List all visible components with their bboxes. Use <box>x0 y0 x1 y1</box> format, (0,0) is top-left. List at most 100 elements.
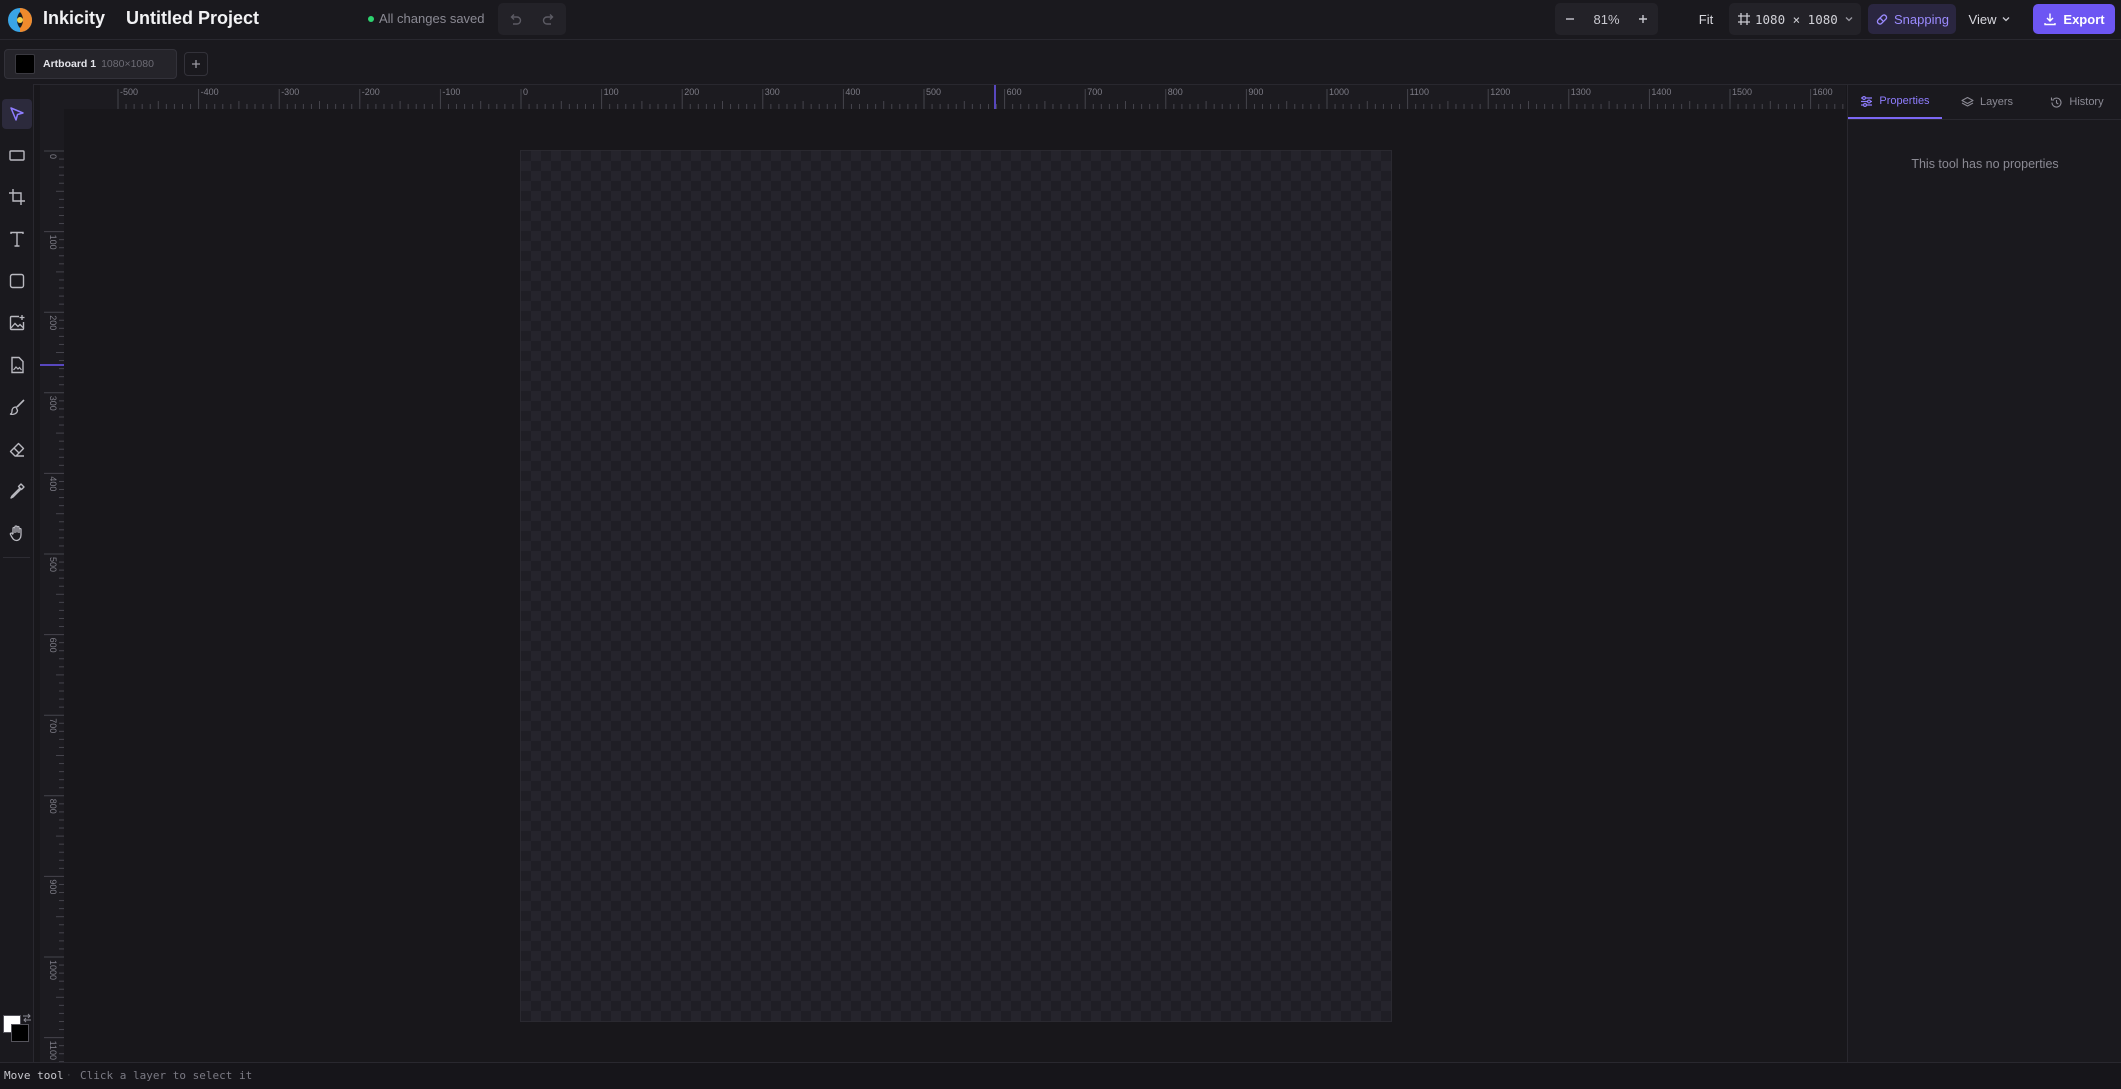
ruler-top-label: 1400 <box>1651 87 1671 97</box>
crop-icon <box>9 189 25 205</box>
app-logo-icon <box>7 7 33 33</box>
view-menu-button[interactable]: View <box>1964 4 2016 34</box>
ruler-top-label: 1300 <box>1571 87 1591 97</box>
zoom-in-button[interactable] <box>1628 3 1658 35</box>
tab-history-label: History <box>2069 96 2104 108</box>
ruler-top-label: 600 <box>1007 87 1022 97</box>
ruler-top-label: 900 <box>1248 87 1263 97</box>
ruler-top-label: 0 <box>523 87 528 97</box>
image-tool[interactable] <box>2 308 32 338</box>
project-title[interactable]: Untitled Project <box>126 8 259 29</box>
tab-history[interactable]: History <box>2032 85 2121 119</box>
swap-colors-icon[interactable] <box>22 1013 32 1023</box>
chevron-down-icon <box>2003 17 2010 22</box>
ruler-top-label: 800 <box>1168 87 1183 97</box>
ruler-top-label: -100 <box>442 87 460 97</box>
ruler-left-label: 800 <box>48 799 58 814</box>
zoom-level[interactable]: 81% <box>1585 12 1628 27</box>
artboard-tab[interactable]: Artboard 1 1080×1080 <box>4 49 177 79</box>
crop-tool[interactable] <box>2 182 32 212</box>
history-icon <box>2051 97 2062 108</box>
ruler-top-label: 1500 <box>1732 87 1752 97</box>
status-separator: · <box>67 1069 71 1081</box>
rectangle-select-icon <box>9 150 25 161</box>
snapping-toggle[interactable]: Snapping <box>1868 4 1956 34</box>
download-icon <box>2044 13 2057 26</box>
move-tool[interactable] <box>2 99 32 129</box>
ruler-left-label: 1000 <box>48 960 58 980</box>
file-image-icon <box>11 356 24 374</box>
app-name: Inkicity <box>43 8 106 28</box>
ruler-left-label: 700 <box>48 718 58 733</box>
ruler-top-label: -500 <box>120 87 138 97</box>
ruler-top-label: 200 <box>684 87 699 97</box>
magnet-icon <box>1876 14 1888 25</box>
plus-icon <box>1639 15 1647 23</box>
right-panel: Properties Layers History This tool has … <box>1847 85 2121 1062</box>
ruler-top-label: 100 <box>604 87 619 97</box>
tab-layers-label: Layers <box>1979 96 2014 108</box>
marquee-tool[interactable] <box>2 140 32 170</box>
ruler-left-label: 100 <box>48 235 58 250</box>
add-artboard-button[interactable] <box>184 52 208 76</box>
image-plus-icon <box>9 315 25 331</box>
toolbar-divider <box>3 557 30 558</box>
ruler-top-label: -400 <box>201 87 219 97</box>
text-tool[interactable] <box>2 224 32 254</box>
view-label: View <box>1968 11 1997 27</box>
text-t-icon <box>10 231 24 247</box>
ruler-top-label: 700 <box>1087 87 1102 97</box>
ruler-top-label: 500 <box>926 87 941 97</box>
ruler-left-label: 200 <box>48 315 58 330</box>
canvas-size-label: 1080 × 1080 <box>1755 11 1838 27</box>
zoom-out-button[interactable] <box>1555 3 1585 35</box>
ruler-left-label: 600 <box>48 638 58 653</box>
frame-icon <box>1738 13 1750 25</box>
square-icon <box>9 273 25 289</box>
eyedropper-icon <box>10 483 25 499</box>
undo-button[interactable] <box>498 3 532 35</box>
tab-properties-label: Properties <box>1879 95 1930 107</box>
ruler-left-label: 400 <box>48 476 58 491</box>
artboard-name: Artboard 1 <box>43 58 97 70</box>
ruler-left-label: 1100 <box>48 1041 58 1060</box>
zoom-controls: 81% <box>1555 3 1658 35</box>
ruler-top-label: 1600 <box>1813 87 1833 97</box>
background-color-swatch[interactable] <box>11 1024 29 1042</box>
redo-icon <box>542 14 554 25</box>
ruler-top-label: 1000 <box>1329 87 1349 97</box>
artboard-canvas[interactable] <box>521 151 1391 1021</box>
vertical-ruler: 0 100 200 300 400 500 600 700 800 900 1000 1100 <box>40 109 65 1062</box>
ruler-top-label: 300 <box>765 87 780 97</box>
artboard-tab-bar <box>0 40 2121 85</box>
eyedropper-tool[interactable] <box>2 476 32 506</box>
eraser-tool[interactable] <box>2 434 32 464</box>
ruler-left-label: 900 <box>48 879 58 894</box>
ruler-top-label: 1100 <box>1410 87 1429 97</box>
layers-icon <box>1961 96 1974 107</box>
ruler-left-label: 0 <box>48 154 58 159</box>
plus-icon <box>192 60 200 68</box>
redo-button[interactable] <box>532 3 566 35</box>
fit-button[interactable]: Fit <box>1693 3 1719 35</box>
ruler-top-label: -300 <box>281 87 299 97</box>
hand-icon <box>9 525 22 542</box>
chevron-down-icon <box>1845 17 1853 22</box>
hand-tool[interactable] <box>2 518 32 548</box>
history-controls <box>498 3 566 35</box>
import-tool[interactable] <box>2 350 32 380</box>
save-status-dot <box>368 16 374 22</box>
artboard-color-swatch <box>15 54 35 74</box>
tab-properties[interactable]: Properties <box>1848 85 1942 119</box>
shape-tool[interactable] <box>2 266 32 296</box>
ruler-top-label: -200 <box>362 87 380 97</box>
export-label: Export <box>2063 11 2105 27</box>
export-button[interactable]: Export <box>2033 4 2115 34</box>
tab-layers[interactable]: Layers <box>1942 85 2032 119</box>
minus-icon <box>1566 18 1574 20</box>
status-tool-name: Move tool <box>4 1069 64 1082</box>
ruler-top-label: 400 <box>845 87 860 97</box>
canvas-size-dropdown[interactable]: 1080 × 1080 <box>1729 3 1861 35</box>
brush-tool[interactable] <box>2 392 32 422</box>
undo-icon <box>510 14 522 25</box>
